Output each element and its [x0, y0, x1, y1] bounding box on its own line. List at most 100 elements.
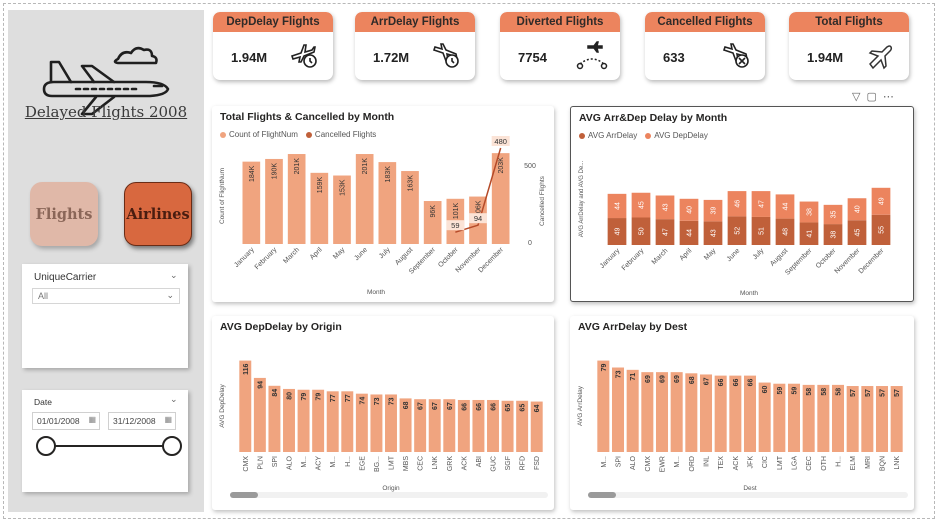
tick-label: CMX [645, 456, 652, 472]
tick-label: May [703, 247, 718, 262]
plane-clock-icon [290, 44, 317, 68]
scrollbar-thumb[interactable] [230, 492, 258, 498]
tick-label: LMT [389, 455, 396, 470]
tick-label: January [233, 246, 256, 269]
y-axis-title: AVG ArrDelay and AVG De... [579, 160, 585, 237]
data-label: 59 [792, 387, 799, 395]
collapse-chevron-icon[interactable]: ⌄ [170, 270, 178, 281]
date-range-track [44, 445, 170, 447]
data-label: 44 [783, 203, 790, 211]
start-date-input[interactable]: 01/01/2008 ▦ [32, 412, 100, 430]
data-label: 41 [807, 230, 814, 238]
filter-icon[interactable]: ▽ [852, 91, 866, 103]
flights-nav-button[interactable]: Flights [30, 182, 98, 246]
focus-mode-icon[interactable]: ▢ [866, 91, 882, 103]
data-label: 84 [272, 389, 279, 397]
unique-carrier-slicer: UniqueCarrier ⌄ All ⌄ [22, 264, 188, 368]
collapse-chevron-icon[interactable]: ⌄ [170, 394, 178, 405]
tick-label: SGF [505, 456, 512, 470]
plane-route-icon [576, 41, 608, 70]
data-label: 55 [879, 226, 886, 234]
y2-axis-title: Cancelled Flights [539, 175, 546, 226]
bar [641, 372, 654, 452]
data-label: 69 [660, 375, 667, 383]
data-label: 38 [831, 231, 838, 239]
y2-tick: 0 [528, 240, 532, 247]
data-label: 80 [287, 392, 294, 400]
data-label: 190K [272, 163, 279, 180]
tick-label: OTH [821, 456, 828, 471]
tick-label: FSD [534, 456, 541, 470]
carrier-dropdown-value: All [38, 291, 49, 301]
data-label: 73 [389, 397, 396, 405]
data-label: 66 [476, 403, 483, 411]
data-label: 184K [249, 165, 256, 182]
tick-label: February [621, 247, 646, 272]
data-label: 47 [663, 228, 670, 236]
data-label: 159K [317, 177, 324, 194]
tick-label: ALO [630, 455, 637, 470]
data-label: 49 [615, 228, 622, 236]
chart-panel-total-flights: Total Flights & Cancelled by Month Count… [212, 106, 554, 302]
data-label: 50 [639, 227, 646, 235]
tick-label: December [858, 247, 886, 275]
more-options-icon[interactable]: ⋯ [883, 91, 900, 103]
tick-label: PLN [257, 456, 264, 470]
calendar-icon[interactable]: ▦ [88, 415, 96, 424]
data-label: 60 [762, 385, 769, 393]
tick-label: CEC [418, 456, 425, 471]
horizontal-scrollbar[interactable] [588, 492, 908, 498]
data-label: 35 [831, 210, 838, 218]
data-label: 67 [418, 402, 425, 410]
tick-label: May [332, 246, 347, 261]
tick-label: September [784, 247, 814, 277]
tick-label: LNK [432, 456, 439, 470]
tick-label: CEC [806, 456, 813, 471]
airlines-nav-button[interactable]: Airlines [124, 182, 192, 246]
tick-label: February [254, 246, 279, 271]
data-label: 79 [601, 363, 608, 371]
tick-label: CIC [762, 456, 769, 468]
data-label: 66 [461, 403, 468, 411]
data-label: 45 [639, 201, 646, 209]
data-label: 68 [689, 376, 696, 384]
data-label: 49 [879, 197, 886, 205]
start-date-handle[interactable] [36, 436, 56, 456]
tick-label: MBS [403, 456, 410, 472]
tick-label: March [282, 246, 301, 265]
data-label: 40 [687, 206, 694, 214]
data-label: 66 [733, 379, 740, 387]
plane-clock-icon [432, 43, 459, 68]
data-label: 67 [704, 377, 711, 385]
tick-label: BG... [374, 456, 381, 472]
tick-label: ACK [733, 456, 740, 471]
plane-icon [868, 45, 893, 70]
kpi-card-diverted: Diverted Flights 7754 [500, 12, 620, 80]
data-label: 40 [855, 205, 862, 213]
horizontal-scrollbar[interactable] [230, 492, 548, 498]
end-date-input[interactable]: 31/12/2008 ▦ [108, 412, 176, 430]
data-label: 43 [711, 229, 718, 237]
bar [655, 372, 669, 452]
end-date-handle[interactable] [162, 436, 182, 456]
tick-label: RFD [520, 456, 527, 470]
sidebar: Delayed Flights 2008 Flights Airlines Un… [8, 10, 204, 512]
bar [611, 367, 625, 452]
date-slicer: Date ⌄ 01/01/2008 ▦ 31/12/2008 ▦ [22, 390, 188, 492]
data-label: 39 [711, 207, 718, 215]
depdelay-origin-chart: 116 CMX 94 PLN 84 SPI 80 ALO 79 M... 79 ACY 77 M... 77… [219, 360, 543, 492]
data-label: 79 [316, 393, 323, 401]
data-label: 73 [616, 370, 623, 378]
scrollbar-thumb[interactable] [588, 492, 616, 498]
tick-label: January [599, 247, 622, 270]
kpi-title: Total Flights [789, 12, 909, 32]
date-slicer-title: Date [34, 397, 52, 407]
tick-label: INL [704, 456, 711, 467]
kpi-title: Cancelled Flights [645, 12, 765, 32]
carrier-dropdown[interactable]: All ⌄ [32, 288, 180, 304]
data-label: 201K [294, 158, 301, 175]
calendar-icon[interactable]: ▦ [164, 415, 172, 424]
bar [685, 373, 698, 452]
data-label: 77 [330, 394, 337, 402]
tick-label: March [651, 247, 670, 266]
